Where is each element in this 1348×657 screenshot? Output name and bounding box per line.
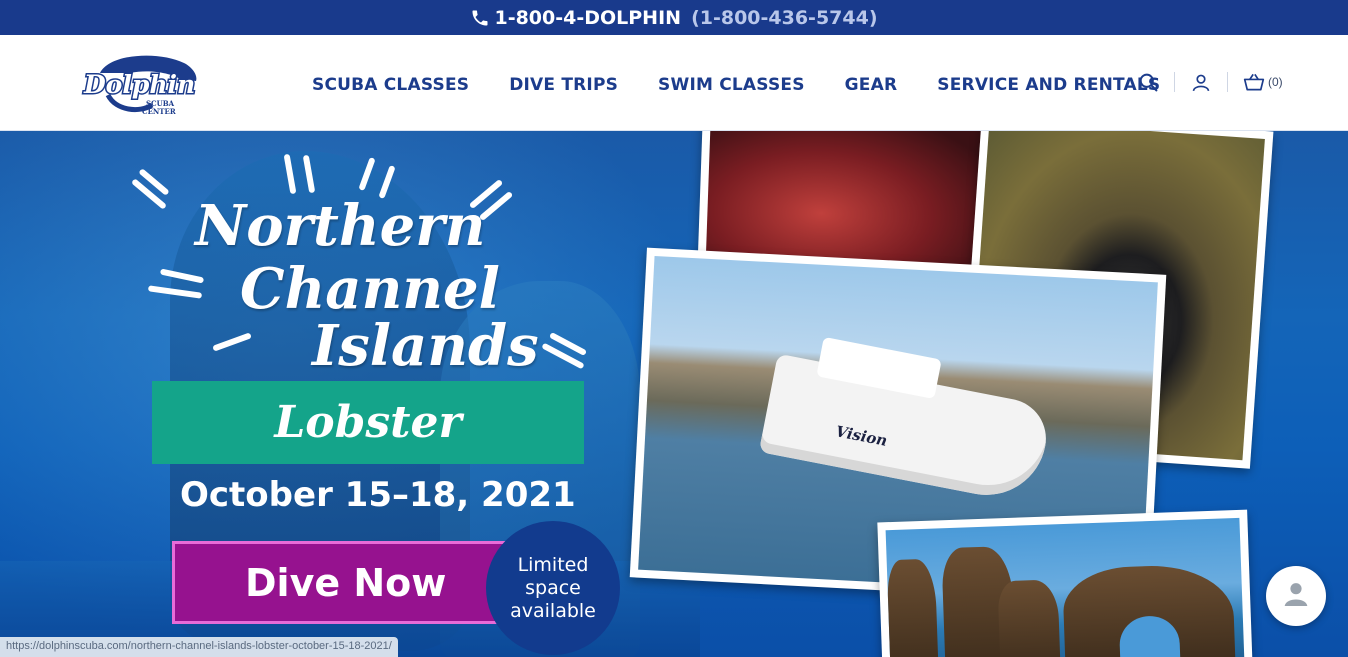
phone-primary[interactable]: 1-800-4-DOLPHIN [494, 7, 681, 29]
phone-icon [470, 8, 490, 28]
nav-dive-trips[interactable]: DIVE TRIPS [509, 75, 618, 95]
status-url: https://dolphinscuba.com/northern-channe… [0, 637, 398, 657]
phone-alt[interactable]: (1-800-436-5744) [691, 7, 877, 29]
nav-gear[interactable]: GEAR [845, 75, 898, 95]
svg-text:Dolphin: Dolphin [83, 70, 195, 99]
svg-text:CENTER: CENTER [142, 107, 176, 116]
divider [1227, 72, 1228, 92]
hero-title-line-3: Islands [312, 313, 539, 379]
search-icon[interactable] [1136, 71, 1160, 93]
hero-banner[interactable]: Northern Channel Islands Lobster October… [0, 131, 1348, 657]
header-tools: (0) [1136, 71, 1283, 93]
cart-count[interactable]: (0) [1268, 75, 1283, 89]
dolphin-logo[interactable]: Dolphin SCUBA CENTER [80, 51, 202, 117]
nav-swim-classes[interactable]: SWIM CLASSES [658, 75, 805, 95]
phone-bar[interactable]: 1-800-4-DOLPHIN (1-800-436-5744) [0, 0, 1348, 35]
arch-rock-photo [877, 509, 1253, 657]
dive-now-button[interactable]: Dive Now [172, 541, 512, 624]
divider [1174, 72, 1175, 92]
hero-subtitle: Lobster [274, 397, 462, 448]
lobster-banner: Lobster [152, 381, 584, 464]
trip-dates: October 15–18, 2021 [180, 475, 576, 515]
limited-space-badge: Limited space available [486, 521, 620, 655]
chat-widget-button[interactable] [1266, 566, 1326, 626]
nav-service-and-rentals[interactable]: SERVICE AND RENTALS [937, 75, 1160, 95]
site-header: Dolphin SCUBA CENTER SCUBA CLASSES DIVE … [0, 35, 1348, 131]
dive-now-label[interactable]: Dive Now [245, 561, 446, 605]
basket-icon[interactable] [1242, 71, 1266, 93]
person-icon [1280, 578, 1312, 615]
hero-title-line-1: Northern [195, 193, 486, 259]
main-nav: SCUBA CLASSES DIVE TRIPS SWIM CLASSES GE… [312, 75, 1160, 95]
user-icon[interactable] [1189, 71, 1213, 93]
nav-scuba-classes[interactable]: SCUBA CLASSES [312, 75, 469, 95]
